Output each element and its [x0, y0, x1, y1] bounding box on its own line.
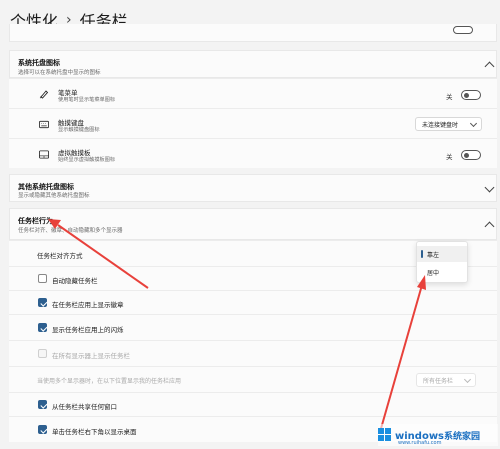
watermark-brand-cn: 系统家园 — [444, 431, 481, 442]
pen-menu-state: 关 — [446, 93, 453, 101]
all-displays-label: 在所有显示器上显示任务栏 — [52, 352, 130, 360]
virtual-touchpad-subtitle: 始终显示虚拟触摸板图标 — [58, 157, 116, 163]
alignment-option-left[interactable]: 靠左 — [417, 246, 467, 262]
other-tray-icons-card[interactable]: 其他系统托盘图标 显示或隐藏其他系统托盘图标 — [9, 174, 497, 202]
chevron-up-icon[interactable] — [484, 221, 495, 232]
clipped-toggle[interactable] — [453, 26, 473, 34]
flashing-row: 显示任务栏应用上的闪烁 — [9, 314, 497, 340]
chevron-down-icon[interactable] — [484, 182, 495, 193]
auto-hide-label: 自动隐藏任务栏 — [52, 277, 98, 285]
badges-label: 在任务栏应用上显示徽章 — [52, 301, 124, 309]
chevron-down-icon — [469, 119, 478, 128]
taskbar-alignment-menu[interactable]: 靠左 居中 — [416, 241, 468, 283]
system-tray-icons-title: 系统托盘图标 — [18, 59, 60, 67]
all-displays-checkbox — [38, 349, 47, 358]
multi-display-dropdown: 所有任务栏 — [416, 373, 476, 387]
touch-keyboard-subtitle: 显示触摸键盘图标 — [58, 127, 100, 133]
badges-row: 在任务栏应用上显示徽章 — [9, 290, 497, 314]
touchpad-icon — [39, 149, 49, 159]
other-tray-icons-subtitle: 显示或隐藏其他系统托盘图标 — [18, 193, 90, 199]
flashing-checkbox[interactable] — [38, 323, 47, 332]
chevron-down-icon — [463, 375, 472, 384]
pen-menu-row: 笔菜单 使用笔时显示笔菜单图标 关 — [9, 78, 497, 108]
virtual-touchpad-row: 虚拟触摸板 始终显示虚拟触摸板图标 关 — [9, 138, 497, 168]
pen-menu-toggle[interactable] — [461, 90, 481, 100]
taskbar-behaviors-subtitle: 任务栏对齐、徽章、自动隐藏和多个显示器 — [18, 228, 123, 234]
virtual-touchpad-state: 关 — [446, 153, 453, 161]
alignment-option-center[interactable]: 居中 — [417, 264, 467, 280]
watermark-url: www.ruihafu.com — [398, 440, 442, 446]
auto-hide-checkbox[interactable] — [38, 274, 47, 283]
keyboard-icon — [39, 119, 49, 129]
taskbar-behaviors-card[interactable]: 任务栏行为 任务栏对齐、徽章、自动隐藏和多个显示器 — [9, 208, 497, 240]
touch-keyboard-row: 触摸键盘 显示触摸键盘图标 未连接键盘时 — [9, 108, 497, 138]
multi-display-label: 当使用多个显示器时，在以下位置显示我的任务栏应用 — [37, 378, 182, 385]
pen-menu-subtitle: 使用笔时显示笔菜单图标 — [58, 97, 116, 103]
all-displays-row: 在所有显示器上显示任务栏 — [9, 340, 497, 366]
share-window-label: 从任务栏共享任何窗口 — [52, 403, 117, 411]
badges-checkbox[interactable] — [38, 298, 47, 307]
multi-display-row: 当使用多个显示器时，在以下位置显示我的任务栏应用 所有任务栏 — [9, 366, 497, 392]
alignment-option-left-label: 靠左 — [427, 251, 440, 259]
system-tray-icons-subtitle: 选择可以在系统托盘中显示的图标 — [18, 70, 101, 76]
multi-display-dropdown-value: 所有任务栏 — [423, 377, 454, 385]
touch-keyboard-dropdown-value: 未连接键盘时 — [422, 121, 459, 129]
alignment-option-center-label: 居中 — [427, 269, 440, 277]
share-window-checkbox[interactable] — [38, 400, 47, 409]
pen-icon — [39, 89, 49, 99]
virtual-touchpad-toggle[interactable] — [461, 150, 481, 160]
show-desktop-label: 单击任务栏右下角以显示桌面 — [52, 428, 137, 436]
share-window-row: 从任务栏共享任何窗口 — [9, 392, 497, 416]
chevron-up-icon[interactable] — [484, 61, 495, 72]
show-desktop-checkbox[interactable] — [38, 425, 47, 434]
clipped-card-top — [9, 24, 497, 42]
taskbar-behaviors-title: 任务栏行为 — [18, 217, 53, 225]
touch-keyboard-dropdown[interactable]: 未连接键盘时 — [415, 117, 482, 131]
taskbar-alignment-label: 任务栏对齐方式 — [37, 252, 83, 260]
windows-logo-icon — [378, 428, 392, 442]
system-tray-icons-card[interactable]: 系统托盘图标 选择可以在系统托盘中显示的图标 — [9, 50, 497, 78]
selected-indicator — [421, 250, 423, 258]
flashing-label: 显示任务栏应用上的闪烁 — [52, 326, 124, 334]
